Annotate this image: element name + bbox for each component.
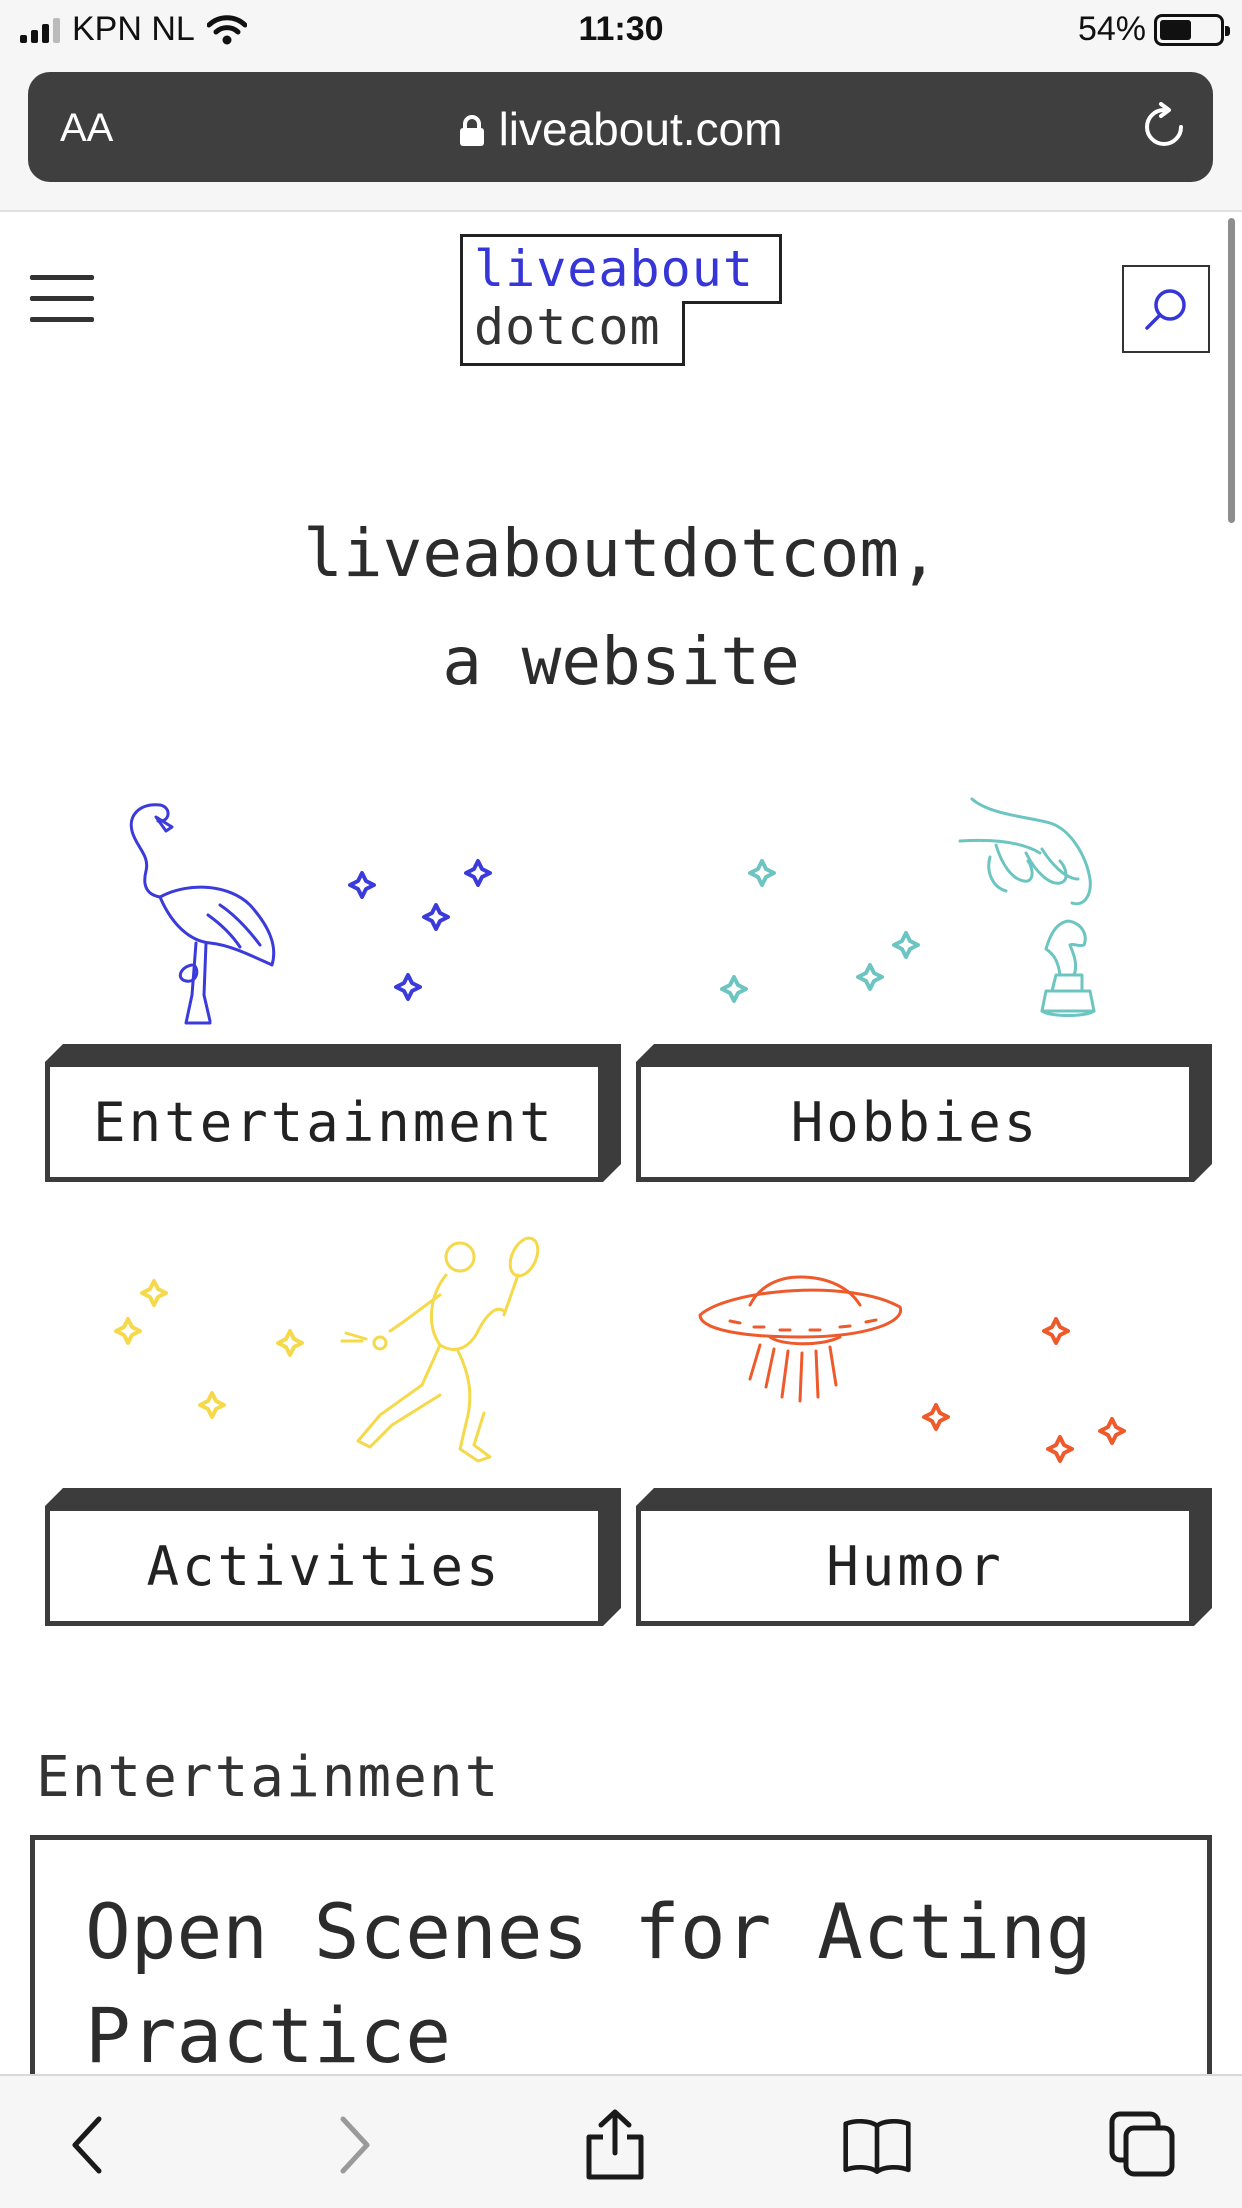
category-label: Hobbies (636, 1062, 1194, 1182)
status-right: 54% (1077, 10, 1230, 49)
article-title[interactable]: Open Scenes for Acting Practice (85, 1880, 1185, 2088)
section-title: Entertainment (36, 1745, 501, 1810)
book-icon (843, 2118, 911, 2175)
ufo-icon (698, 1275, 1126, 1463)
logo-line-2: dotcom (474, 298, 661, 356)
browser-toolbar (0, 2074, 1242, 2208)
chevron-left-icon (72, 2116, 102, 2174)
category-button-humor[interactable]: Humor (636, 1488, 1212, 1626)
url-display[interactable]: liveabout.com (28, 102, 1213, 156)
back-button[interactable] (52, 2110, 122, 2180)
clock: 11:30 (578, 10, 664, 48)
chess-hand-icon (720, 797, 1096, 1017)
forward-button[interactable] (320, 2110, 390, 2180)
hero-line-2: a website (442, 623, 800, 700)
category-button-activities[interactable]: Activities (45, 1488, 621, 1626)
address-bar[interactable]: AA liveabout.com (28, 72, 1213, 182)
bookmarks-button[interactable] (842, 2110, 912, 2180)
category-label: Entertainment (45, 1062, 603, 1182)
tabs-icon (1109, 2111, 1175, 2177)
hamburger-menu-icon[interactable] (30, 275, 94, 325)
search-icon (1145, 289, 1186, 330)
battery-icon (1154, 13, 1230, 46)
category-button-hobbies[interactable]: Hobbies (636, 1044, 1212, 1182)
hero-heading: liveaboutdotcom, a website (0, 500, 1242, 716)
category-button-entertainment[interactable]: Entertainment (45, 1044, 621, 1182)
article-card[interactable]: Open Scenes for Acting Practice (30, 1835, 1212, 2095)
tabs-button[interactable] (1108, 2110, 1178, 2180)
logo-line-1: liveabout (474, 240, 754, 298)
battery-percent: 54% (1077, 10, 1146, 48)
reload-icon[interactable] (1139, 102, 1189, 152)
chevron-right-icon (340, 2116, 370, 2174)
share-icon (586, 2109, 644, 2180)
scroll-indicator (1228, 218, 1235, 523)
flamingo-icon (129, 803, 492, 1025)
site-logo[interactable]: liveabout dotcom (460, 234, 782, 366)
share-button[interactable] (580, 2109, 650, 2180)
category-label: Activities (45, 1506, 603, 1626)
tennis-player-icon (114, 1236, 540, 1463)
category-label: Humor (636, 1506, 1194, 1626)
search-button[interactable] (1122, 265, 1210, 353)
status-bar: KPN NL 11:30 54% (0, 0, 1242, 62)
url-text: liveabout.com (498, 103, 783, 155)
lock-icon (459, 115, 484, 146)
browser-chrome: AA liveabout.com (0, 62, 1242, 212)
hero-line-1: liveaboutdotcom, (303, 515, 939, 592)
